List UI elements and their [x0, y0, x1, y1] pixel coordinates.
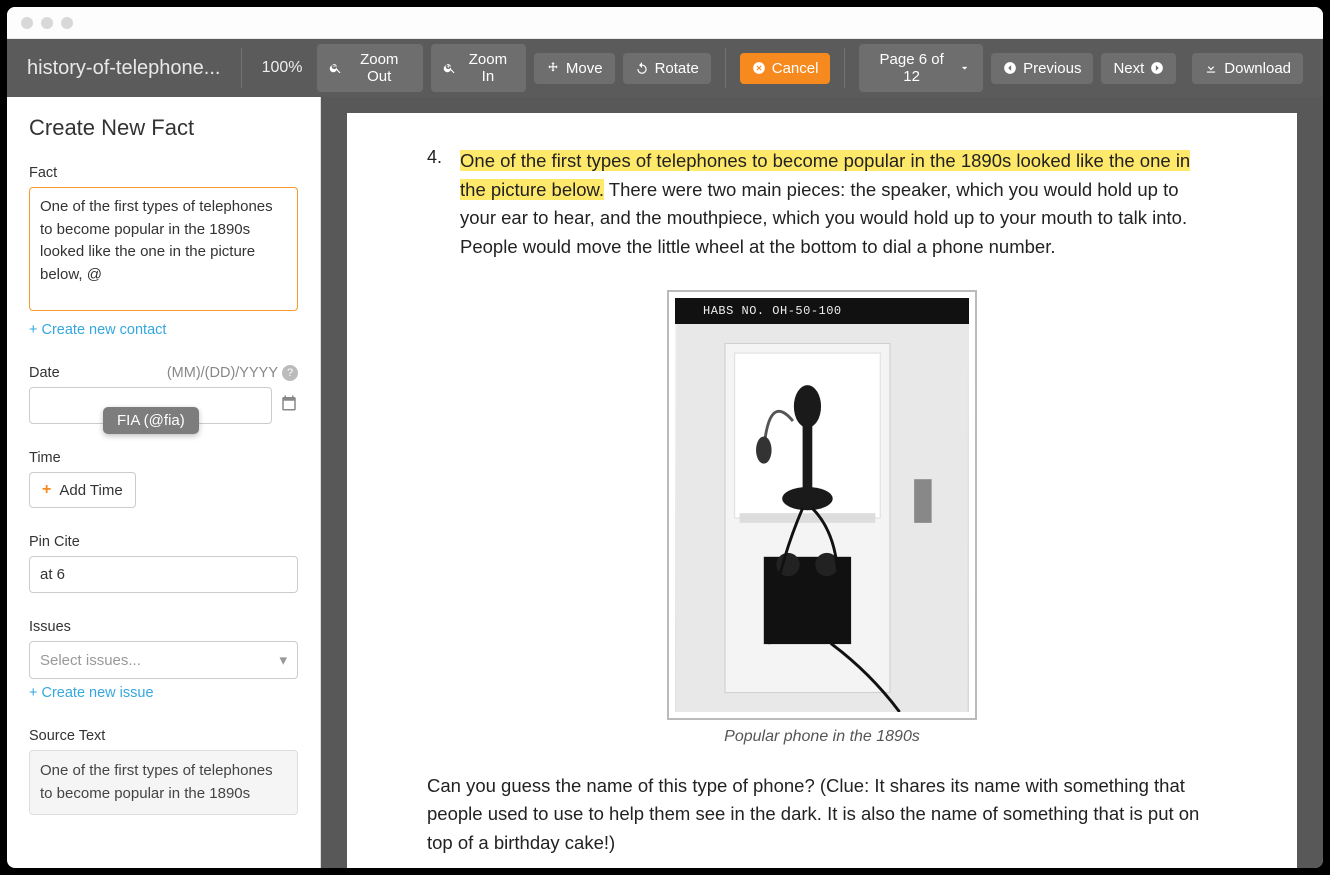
source-text-display: One of the first types of telephones to … — [29, 750, 298, 815]
calendar-icon[interactable] — [280, 394, 298, 417]
maximize-window-icon[interactable] — [61, 17, 73, 29]
zoom-in-label: Zoom In — [462, 51, 514, 85]
add-time-label: Add Time — [59, 482, 122, 499]
divider — [241, 48, 242, 88]
date-hint: (MM)/(DD)/YYYY ? — [167, 365, 298, 381]
chevron-down-icon — [958, 61, 971, 75]
arrow-right-icon — [1150, 61, 1164, 75]
source-text-label: Source Text — [29, 728, 298, 744]
issues-placeholder: Select issues... — [40, 652, 141, 669]
document-page: 4. One of the first types of telephones … — [347, 113, 1297, 868]
add-time-button[interactable]: + Add Time — [29, 472, 136, 508]
panel-title: Create New Fact — [29, 115, 298, 141]
zoom-out-icon — [329, 61, 342, 75]
pincite-input[interactable] — [29, 556, 298, 593]
zoom-out-button[interactable]: Zoom Out — [317, 44, 423, 92]
question-paragraph: Can you guess the name of this type of p… — [427, 772, 1217, 858]
previous-label: Previous — [1023, 60, 1081, 77]
document-viewer[interactable]: 4. One of the first types of telephones … — [321, 97, 1323, 868]
download-button[interactable]: Download — [1192, 53, 1303, 84]
next-label: Next — [1113, 60, 1144, 77]
plus-icon: + — [42, 481, 51, 499]
issues-select[interactable]: Select issues... ▾ — [29, 641, 298, 679]
previous-button[interactable]: Previous — [991, 53, 1093, 84]
download-icon — [1204, 61, 1218, 75]
cancel-icon — [752, 61, 766, 75]
zoom-out-label: Zoom Out — [348, 51, 411, 85]
list-number: 4. — [427, 147, 442, 168]
close-window-icon[interactable] — [21, 17, 33, 29]
cancel-button[interactable]: Cancel — [740, 53, 831, 84]
move-button[interactable]: Move — [534, 53, 615, 84]
page-selector[interactable]: Page 6 of 12 — [859, 44, 983, 92]
mention-suggestion[interactable]: FIA (@fia) — [103, 407, 199, 434]
next-button[interactable]: Next — [1101, 53, 1176, 84]
create-contact-link[interactable]: + Create new contact — [29, 322, 166, 338]
chevron-down-icon: ▾ — [279, 651, 287, 669]
figure-caption: Popular phone in the 1890s — [667, 728, 977, 746]
page-label: Page 6 of 12 — [871, 51, 951, 85]
figure: HABS NO. OH-50-100 — [667, 290, 977, 746]
issues-label: Issues — [29, 619, 298, 635]
zoom-percentage: 100% — [262, 59, 303, 77]
pincite-label: Pin Cite — [29, 534, 298, 550]
rotate-label: Rotate — [655, 60, 699, 77]
fact-textarea[interactable] — [29, 187, 298, 311]
create-issue-link[interactable]: + Create new issue — [29, 685, 154, 701]
telephone-illustration — [675, 324, 969, 712]
film-strip-label: HABS NO. OH-50-100 — [675, 298, 969, 324]
zoom-in-button[interactable]: Zoom In — [431, 44, 526, 92]
document-title: history-of-telephone... — [27, 57, 227, 80]
toolbar: history-of-telephone... 100% Zoom Out Zo… — [7, 39, 1323, 97]
divider — [725, 48, 726, 88]
app-window: history-of-telephone... 100% Zoom Out Zo… — [7, 7, 1323, 868]
help-icon[interactable]: ? — [282, 365, 298, 381]
rotate-button[interactable]: Rotate — [623, 53, 711, 84]
date-hint-text: (MM)/(DD)/YYYY — [167, 365, 278, 381]
arrow-left-icon — [1003, 61, 1017, 75]
cancel-label: Cancel — [772, 60, 819, 77]
content-area: Create New Fact Fact FIA (@fia) + Create… — [7, 97, 1323, 868]
time-label: Time — [29, 450, 298, 466]
window-titlebar — [7, 7, 1323, 39]
download-label: Download — [1224, 60, 1291, 77]
move-label: Move — [566, 60, 603, 77]
fact-sidebar: Create New Fact Fact FIA (@fia) + Create… — [7, 97, 321, 868]
divider — [844, 48, 845, 88]
date-label: Date — [29, 365, 60, 381]
zoom-in-icon — [443, 61, 456, 75]
telephone-photo: HABS NO. OH-50-100 — [667, 290, 977, 720]
minimize-window-icon[interactable] — [41, 17, 53, 29]
move-icon — [546, 61, 560, 75]
fact-label: Fact — [29, 165, 298, 181]
rotate-icon — [635, 61, 649, 75]
paragraph-1: One of the first types of telephones to … — [460, 147, 1217, 262]
